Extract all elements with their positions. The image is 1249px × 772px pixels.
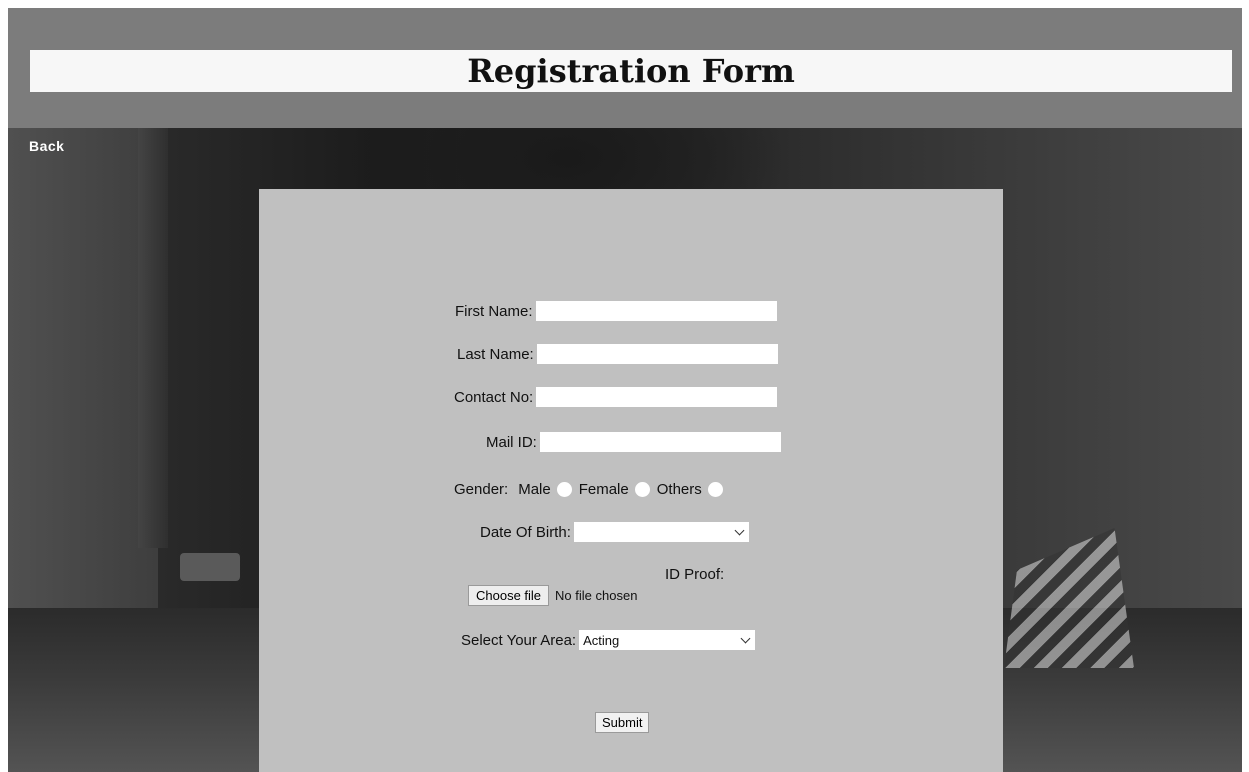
- back-link[interactable]: Back: [29, 138, 64, 154]
- last-name-label: Last Name:: [457, 345, 534, 363]
- dob-select[interactable]: [573, 522, 749, 542]
- contact-input[interactable]: [536, 387, 778, 407]
- page-header: Registration Form: [8, 8, 1242, 128]
- last-name-row: Last Name:: [457, 344, 778, 364]
- gender-others-radio[interactable]: [707, 482, 723, 497]
- contact-row: Contact No:: [454, 387, 778, 407]
- mail-row: Mail ID:: [486, 432, 781, 452]
- gender-option-others-label: Others: [656, 481, 702, 498]
- mail-input[interactable]: [539, 432, 781, 452]
- chevron-down-icon: [734, 525, 745, 535]
- dob-label: Date Of Birth:: [480, 523, 571, 541]
- gender-female-radio[interactable]: [634, 482, 650, 497]
- clapperboard-image: [1004, 528, 1134, 668]
- id-proof-label: ID Proof:: [665, 566, 725, 583]
- background-pillar: [138, 128, 168, 548]
- first-name-input[interactable]: [535, 301, 777, 321]
- registration-form: First Name: Last Name: Contact No: Mail …: [259, 189, 1003, 772]
- area-select[interactable]: Acting: [579, 630, 756, 650]
- background-object: [180, 553, 240, 581]
- chevron-down-icon: [740, 633, 751, 643]
- first-name-label: First Name:: [455, 302, 533, 320]
- gender-option-male-label: Male: [518, 481, 551, 498]
- background-wall: [8, 128, 158, 618]
- area-label: Select Your Area:: [461, 631, 577, 649]
- file-status: No file chosen: [555, 588, 638, 603]
- id-proof-label-row: ID Proof:: [665, 566, 724, 583]
- id-proof-row: Choose file No file chosen: [468, 585, 637, 606]
- area-row: Select Your Area: Acting: [461, 630, 756, 650]
- gender-male-radio[interactable]: [556, 482, 572, 497]
- last-name-input[interactable]: [536, 344, 778, 364]
- gender-row: Gender: Male Female Others: [454, 481, 730, 498]
- choose-file-button[interactable]: Choose file: [468, 585, 550, 606]
- submit-button[interactable]: Submit: [595, 712, 650, 733]
- mail-label: Mail ID:: [486, 433, 537, 451]
- first-name-row: First Name:: [455, 301, 777, 321]
- dob-row: Date Of Birth:: [480, 522, 749, 542]
- area-value: Acting: [583, 632, 620, 648]
- page-title: Registration Form: [467, 52, 795, 90]
- title-bar: Registration Form: [30, 50, 1232, 92]
- contact-label: Contact No:: [454, 388, 534, 406]
- gender-option-female-label: Female: [578, 481, 629, 498]
- gender-label: Gender:: [454, 481, 509, 498]
